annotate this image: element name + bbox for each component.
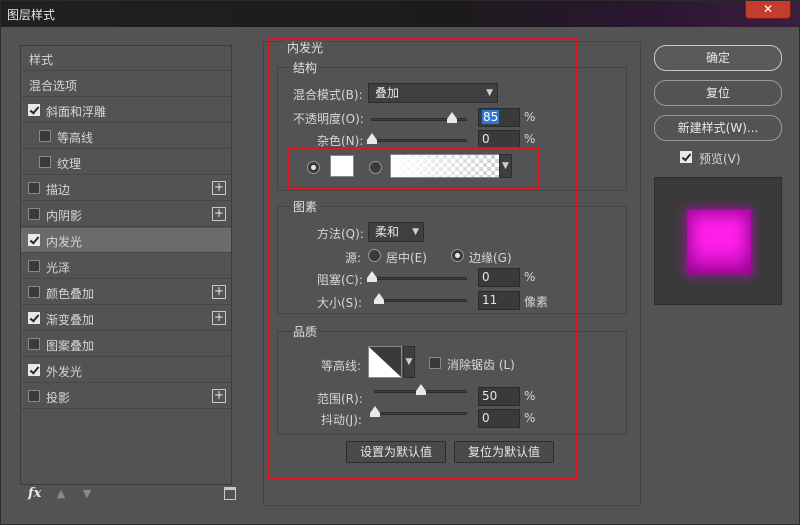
style-item[interactable]: 颜色叠加 + <box>21 280 231 305</box>
style-item[interactable]: 样式 <box>21 46 231 71</box>
style-item-checkbox[interactable] <box>39 130 51 142</box>
style-item-checkbox[interactable] <box>28 260 40 272</box>
style-item-label: 光泽 <box>46 261 71 275</box>
move-up-icon[interactable]: ▲ <box>54 487 68 501</box>
style-item[interactable]: 图案叠加 <box>21 332 231 357</box>
style-item[interactable]: 描边 + <box>21 176 231 201</box>
layer-style-dialog: 图层样式 ✕ 样式混合选项斜面和浮雕等高线纹理描边 + 内阴影 + 内发光光泽颜色叠加 +… <box>0 0 800 525</box>
style-item-checkbox[interactable] <box>28 234 40 246</box>
dialog-title: 图层样式 <box>7 8 56 22</box>
style-item-checkbox[interactable] <box>28 286 40 298</box>
style-item-label: 渐变叠加 <box>46 313 95 327</box>
style-item[interactable]: 渐变叠加 + <box>21 306 231 331</box>
style-item-label: 混合选项 <box>29 79 78 93</box>
style-item-checkbox[interactable] <box>28 208 40 220</box>
preview-label: 预览(V) <box>699 152 741 166</box>
style-item-checkbox[interactable] <box>28 312 40 324</box>
style-item-label: 斜面和浮雕 <box>46 105 107 119</box>
style-item-label: 外发光 <box>46 365 83 379</box>
trash-icon[interactable] <box>224 487 236 500</box>
fx-button[interactable]: fx <box>28 486 41 501</box>
add-effect-icon[interactable]: + <box>212 311 226 325</box>
style-item[interactable]: 光泽 <box>21 254 231 279</box>
style-item-label: 图案叠加 <box>46 339 95 353</box>
style-item-label: 纹理 <box>57 157 82 171</box>
add-effect-icon[interactable]: + <box>212 207 226 221</box>
styles-list: 样式混合选项斜面和浮雕等高线纹理描边 + 内阴影 + 内发光光泽颜色叠加 + 渐变叠加 + 图案… <box>20 45 232 485</box>
style-item-checkbox[interactable] <box>28 104 40 116</box>
add-effect-icon[interactable]: + <box>212 285 226 299</box>
style-item-label: 颜色叠加 <box>46 287 95 301</box>
styles-bottom-bar: fx ▲ ▼ <box>20 485 242 507</box>
style-item-checkbox[interactable] <box>28 338 40 350</box>
highlight-box-panel <box>268 38 578 480</box>
style-item[interactable]: 投影 + <box>21 384 231 409</box>
style-item-checkbox[interactable] <box>39 156 51 168</box>
style-item[interactable]: 内阴影 + <box>21 202 231 227</box>
new-style-button[interactable]: 新建样式(W)... <box>654 115 782 141</box>
style-item-label: 描边 <box>46 183 71 197</box>
ok-button[interactable]: 确定 <box>654 45 782 71</box>
style-item-checkbox[interactable] <box>28 364 40 376</box>
style-item[interactable]: 斜面和浮雕 <box>21 98 231 123</box>
style-item[interactable]: 外发光 <box>21 358 231 383</box>
style-preview <box>654 177 782 305</box>
style-item[interactable]: 混合选项 <box>21 72 231 97</box>
style-item-label: 内阴影 <box>46 209 83 223</box>
preview-swatch <box>687 210 751 274</box>
close-icon: ✕ <box>762 2 774 16</box>
style-item-label: 等高线 <box>57 131 94 145</box>
add-effect-icon[interactable]: + <box>212 389 226 403</box>
preview-checkbox[interactable] <box>680 151 692 163</box>
reset-button[interactable]: 复位 <box>654 80 782 106</box>
style-item[interactable]: 纹理 <box>21 150 231 175</box>
add-effect-icon[interactable]: + <box>212 181 226 195</box>
title-bar: 图层样式 ✕ <box>1 1 799 27</box>
style-item[interactable]: 内发光 <box>21 228 231 253</box>
style-item[interactable]: 等高线 <box>21 124 231 149</box>
style-item-label: 投影 <box>46 391 71 405</box>
highlight-box-color <box>288 147 540 189</box>
style-item-checkbox[interactable] <box>28 182 40 194</box>
style-item-label: 样式 <box>29 53 54 67</box>
style-item-checkbox[interactable] <box>28 390 40 402</box>
move-down-icon[interactable]: ▼ <box>80 487 94 501</box>
style-item-label: 内发光 <box>46 235 83 249</box>
close-button[interactable]: ✕ <box>745 1 791 19</box>
